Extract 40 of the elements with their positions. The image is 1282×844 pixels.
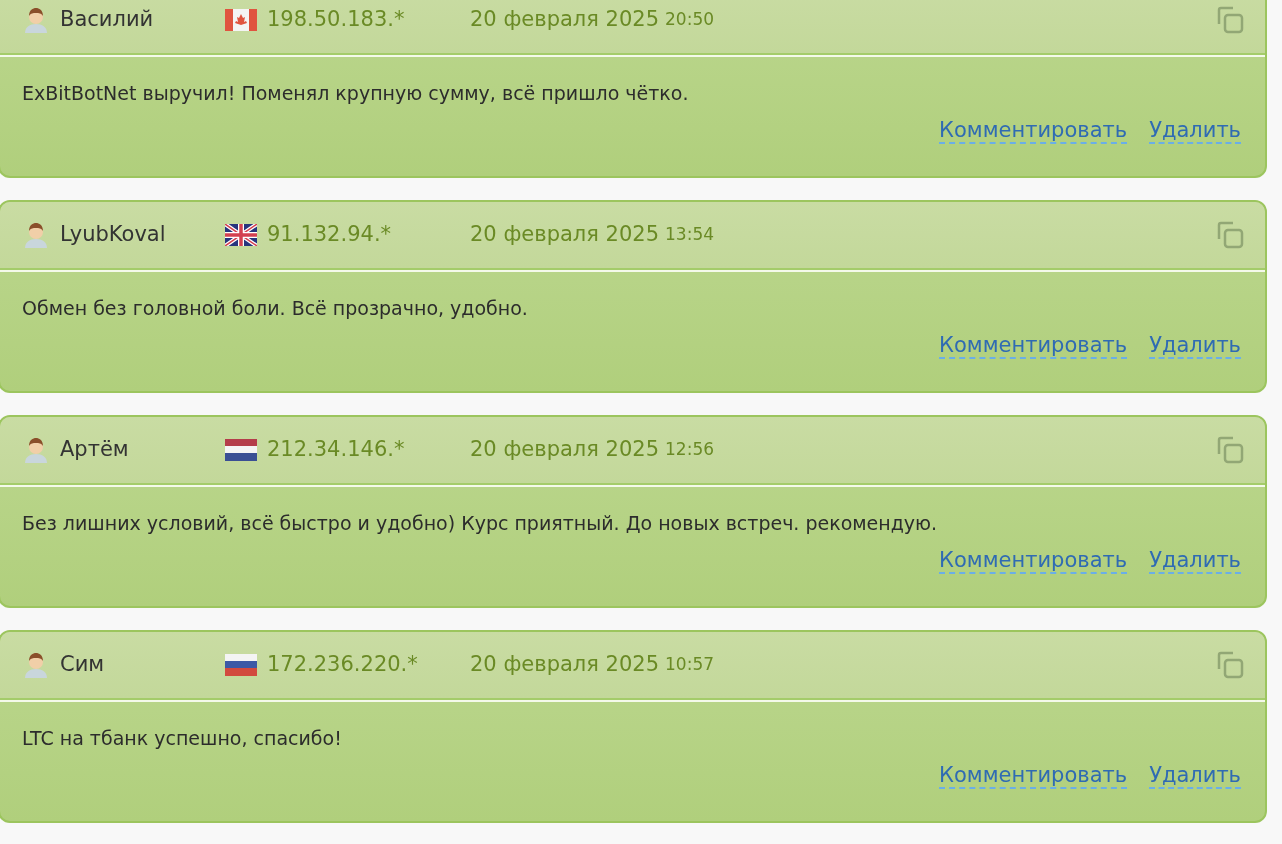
avatar-icon [22,221,50,249]
action-link[interactable]: Комментировать [939,117,1128,144]
flag-icon [225,224,257,246]
review-text: Без лишних условий, всё быстро и удобно) Курс приятный. До новых встреч. рекомендую. [22,511,939,536]
action-link[interactable]: Удалить [1149,762,1241,789]
action-link[interactable]: Комментировать [939,762,1128,789]
review-time: 13:54 [665,223,715,247]
copy-icon[interactable] [1215,650,1245,680]
author-name: Сим [60,651,106,679]
ip-address: 91.132.94.* [267,221,393,249]
review-date: 20 февраля 2025 [470,651,660,679]
author-name: Василий [60,6,155,34]
avatar-icon [22,6,50,34]
action-link[interactable]: Удалить [1149,332,1241,359]
review-time: 10:57 [665,653,715,677]
action-link[interactable]: Комментировать [939,332,1128,359]
avatar-icon [22,651,50,679]
review-text: Обмен без головной боли. Всё прозрачно, удобно. [22,296,529,321]
review-date: 20 февраля 2025 [470,221,660,249]
ip-address: 172.236.220.* [267,651,419,679]
copy-icon[interactable] [1215,220,1245,250]
ip-address: 198.50.183.* [267,6,406,34]
flag-icon [225,439,257,461]
ip-address: 212.34.146.* [267,436,406,464]
review-date: 20 февраля 2025 [470,6,660,34]
review-date: 20 февраля 2025 [470,436,660,464]
author-name: LyubKoval [60,221,167,249]
copy-icon[interactable] [1215,5,1245,35]
action-link[interactable]: Комментировать [939,547,1128,574]
author-name: Артём [60,436,130,464]
flag-icon [225,654,257,676]
review-text: LTC на тбанк успешно, спасибо! [22,726,343,751]
avatar-icon [22,436,50,464]
action-link[interactable]: Удалить [1149,547,1241,574]
flag-icon [225,9,257,31]
review-time: 20:50 [665,8,715,32]
review-time: 12:56 [665,438,715,462]
action-link[interactable]: Удалить [1149,117,1241,144]
copy-icon[interactable] [1215,435,1245,465]
review-text: ExBitBotNet выручил! Поменял крупную сумму, всё пришло чётко. [22,81,690,106]
